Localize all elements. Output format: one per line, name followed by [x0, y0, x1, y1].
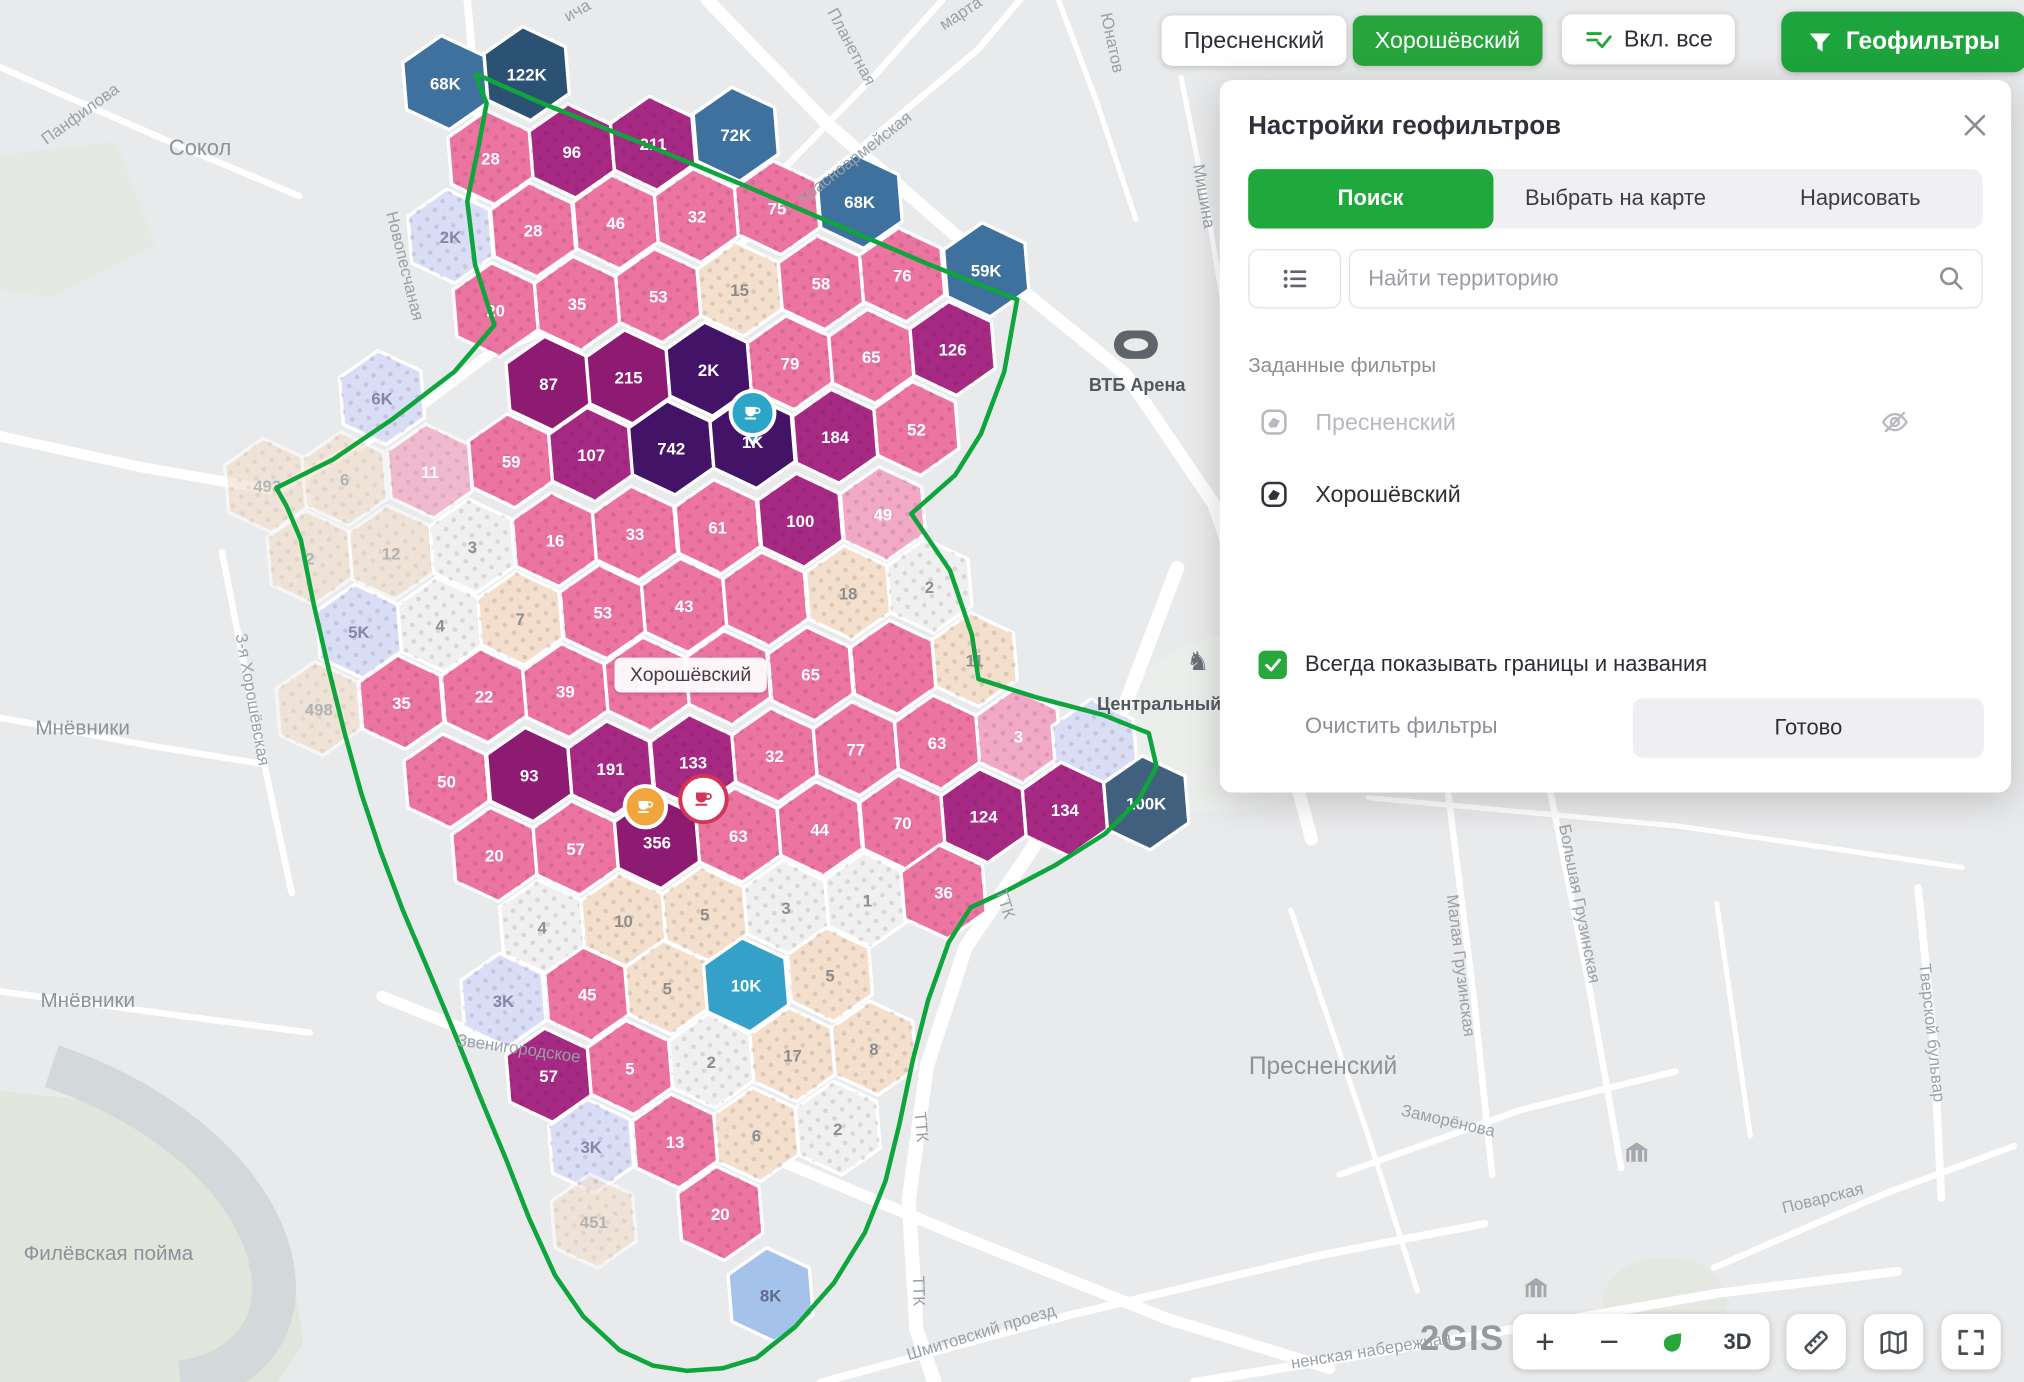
hexagon[interactable]: 126 — [910, 302, 995, 396]
locate-button[interactable] — [1641, 1314, 1705, 1370]
panel-title: Настройки геофильтров — [1248, 112, 1561, 142]
map-district-label: Хорошёвский — [615, 658, 767, 693]
tab-draw[interactable]: Нарисовать — [1738, 169, 1983, 228]
chip-presnensky[interactable]: Пресненский — [1162, 15, 1346, 65]
geofilters-button[interactable]: Геофильтры — [1781, 12, 2024, 73]
chip-label: Пресненский — [1184, 27, 1324, 54]
funnel-icon — [1807, 29, 1833, 55]
geofilters-label: Геофильтры — [1846, 28, 2000, 56]
building-icon — [1524, 1278, 1547, 1297]
search-input[interactable] — [1349, 249, 1983, 308]
ruler-button[interactable] — [1786, 1314, 1845, 1370]
location-pin-icon — [1658, 1326, 1689, 1357]
show-borders-checkbox[interactable] — [1259, 651, 1287, 679]
hexagon[interactable]: 6K — [339, 351, 424, 445]
app-stage: 68K122K289621172K2K2846327568K2035531558… — [0, 0, 2024, 1382]
filter-name: Хорошёвский — [1315, 481, 1460, 508]
search-icon[interactable] — [1936, 263, 1967, 294]
tab-search[interactable]: Поиск — [1248, 169, 1493, 228]
hexagon[interactable]: 8K — [728, 1248, 813, 1342]
fullscreen-icon — [1954, 1325, 1988, 1359]
filter-item-khoroshevsky[interactable]: Хорошёвский — [1220, 462, 2011, 527]
folded-map-icon — [1877, 1325, 1911, 1359]
hexagon[interactable]: 124 — [941, 769, 1026, 863]
filters-heading: Заданные фильтры — [1248, 355, 1436, 378]
map-control-bar: + − 3D — [1513, 1314, 1770, 1370]
geofilters-panel: Настройки геофильтров Поиск Выбрать на к… — [1220, 80, 2011, 793]
hexagon[interactable]: 451 — [551, 1174, 636, 1268]
svg-text:♞: ♞ — [1186, 648, 1209, 676]
check-icon — [1262, 654, 1283, 675]
hexagon[interactable]: 6 — [302, 432, 387, 526]
territory-list-button[interactable] — [1248, 249, 1341, 308]
show-borders-label: Всегда показывать границы и названия — [1305, 652, 1707, 678]
hexagon[interactable]: 20 — [452, 808, 537, 902]
ruler-icon — [1799, 1325, 1833, 1359]
list-icon — [1279, 263, 1310, 294]
hexagon[interactable]: 3 — [976, 689, 1061, 783]
fullscreen-button[interactable] — [1941, 1314, 2000, 1370]
done-button[interactable]: Готово — [1633, 698, 1984, 757]
hexagon[interactable]: 93 — [487, 727, 572, 821]
hexagon[interactable] — [723, 552, 808, 646]
building-icon — [1625, 1142, 1648, 1161]
hexagon[interactable]: 18 — [805, 545, 890, 639]
tab-pick-on-map[interactable]: Выбрать на карте — [1493, 169, 1738, 228]
toggle-all-chip[interactable]: Вкл. все — [1562, 14, 1735, 64]
hexagon[interactable]: 57 — [533, 801, 618, 895]
hexagon[interactable]: 59 — [469, 414, 554, 508]
territory-icon — [1259, 479, 1290, 510]
3d-button[interactable]: 3D — [1705, 1314, 1769, 1370]
map-layers-button[interactable] — [1864, 1314, 1923, 1370]
hexagon[interactable]: 77 — [813, 702, 898, 796]
filter-item-presnensky[interactable]: Пресненский — [1220, 390, 2011, 455]
hexagon[interactable]: 68K — [403, 36, 488, 130]
zoom-in-button[interactable]: + — [1513, 1314, 1577, 1370]
hexagon[interactable]: 100 — [758, 473, 843, 567]
close-icon[interactable] — [1965, 115, 1986, 136]
hexagon[interactable]: 12 — [349, 505, 434, 599]
hexagon[interactable]: 50 — [404, 734, 489, 828]
hexagon[interactable]: 33 — [592, 486, 677, 580]
coffee-marker[interactable] — [625, 786, 666, 827]
hexagon[interactable]: 65 — [768, 627, 853, 721]
stadium-icon — [1114, 330, 1158, 358]
map-attribution: 2GIS — [1420, 1319, 1505, 1359]
territory-icon — [1259, 407, 1290, 438]
clear-filters-button[interactable]: Очистить фильтры — [1305, 714, 1497, 740]
hexagon[interactable]: 16 — [512, 493, 597, 587]
panel-tabs: Поиск Выбрать на карте Нарисовать — [1248, 169, 1982, 228]
filter-check-icon — [1584, 25, 1612, 53]
horse-icon: ♞ — [1186, 648, 1209, 676]
chip-label: Хорошёвский — [1375, 27, 1520, 54]
chip-khoroshevsky[interactable]: Хорошёвский — [1353, 15, 1542, 65]
filter-name: Пресненский — [1315, 409, 1455, 436]
hexagon[interactable]: 3K — [461, 953, 546, 1047]
coffee-marker[interactable] — [680, 776, 726, 822]
eye-off-icon[interactable] — [1879, 407, 1910, 438]
territory-search — [1349, 249, 1983, 308]
zoom-out-button[interactable]: − — [1577, 1314, 1641, 1370]
hexagon[interactable]: 61 — [675, 480, 760, 574]
hexagon[interactable]: 122K — [484, 27, 569, 121]
toggle-all-label: Вкл. все — [1624, 26, 1713, 53]
